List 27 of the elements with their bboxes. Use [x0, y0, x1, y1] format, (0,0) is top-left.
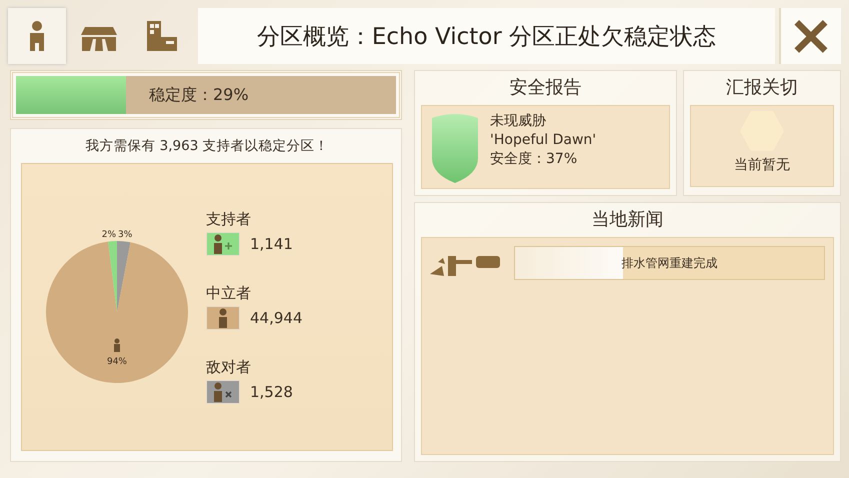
panel-title: 安全报告	[508, 76, 582, 99]
person-icon	[213, 382, 233, 402]
person-icon	[114, 338, 120, 352]
close-button[interactable]: ×	[779, 8, 841, 64]
group-count: 44,944	[250, 309, 302, 327]
group-count: 1,141	[250, 235, 293, 253]
threat-status: 未现威胁	[490, 112, 547, 131]
panel-title: 汇报关切	[725, 76, 799, 99]
slice-label: 94%	[107, 357, 127, 367]
report-status: 当前暂无	[734, 156, 790, 174]
panel-title: 当地新闻	[590, 208, 664, 231]
person-icon	[213, 234, 233, 254]
security-rating: 安全度：37%	[490, 150, 578, 169]
window-title: 分区概览：Echo Victor 分区正处欠稳定状态	[198, 8, 775, 64]
news-item[interactable]: 排水管网重建完成	[514, 246, 825, 280]
slice-label: 3%	[118, 230, 132, 240]
tab[interactable]	[8, 8, 66, 64]
group-label: 敌对者	[206, 358, 252, 377]
group-label: 中立者	[206, 284, 252, 303]
person-icon	[218, 308, 228, 328]
slice-label: 2%	[102, 230, 116, 240]
group-count: 1,528	[250, 383, 293, 401]
stability-label: 稳定度：29%	[149, 84, 249, 106]
operation-name: 'Hopeful Dawn'	[490, 131, 596, 150]
group-label: 支持者	[206, 210, 252, 229]
shield-icon	[430, 112, 480, 184]
supporter-message: 我方需保有 3,963 支持者以稳定分区！	[84, 137, 330, 155]
